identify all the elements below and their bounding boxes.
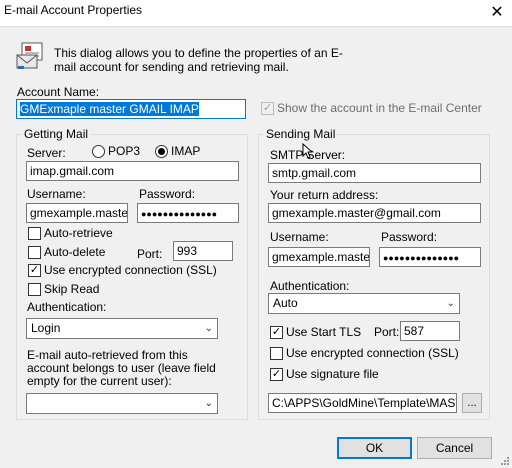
mouse-cursor-icon bbox=[302, 143, 312, 159]
start-tls-checkbox[interactable]: ✓ bbox=[270, 326, 283, 339]
outgoing-username-label: Username: bbox=[270, 230, 329, 244]
incoming-auth-dropdown[interactable]: Login ⌄ bbox=[26, 318, 218, 339]
resize-grip-icon[interactable] bbox=[500, 456, 510, 466]
outgoing-ssl-checkbox[interactable] bbox=[270, 347, 283, 360]
outgoing-port-input[interactable]: 587 bbox=[400, 321, 460, 341]
smtp-server-input[interactable]: smtp.gmail.com bbox=[268, 163, 481, 183]
auto-delete-checkbox[interactable] bbox=[28, 246, 41, 259]
incoming-password-label: Password: bbox=[139, 187, 196, 201]
account-name-label: Account Name: bbox=[17, 85, 100, 99]
owner-user-dropdown[interactable]: ⌄ bbox=[26, 393, 218, 414]
incoming-server-input[interactable]: imap.gmail.com bbox=[26, 161, 239, 181]
incoming-port-input[interactable]: 993 bbox=[173, 241, 233, 261]
incoming-auth-value: Login bbox=[31, 321, 61, 335]
pop3-radio[interactable] bbox=[92, 145, 105, 158]
imap-radio[interactable] bbox=[155, 145, 168, 158]
chevron-down-icon: ⌄ bbox=[446, 298, 455, 309]
cancel-button[interactable]: Cancel bbox=[417, 437, 492, 459]
account-name-value: GMExmaple master GMAIL IMAP bbox=[20, 102, 199, 116]
return-address-input[interactable]: gmexample.master@gmail.com bbox=[268, 203, 481, 223]
outgoing-auth-value: Auto bbox=[273, 296, 298, 310]
signature-path-input[interactable]: C:\APPS\GoldMine\Template\MASTE bbox=[268, 393, 457, 413]
window-title: E-mail Account Properties bbox=[4, 3, 143, 17]
incoming-auth-label: Authentication: bbox=[27, 300, 107, 314]
show-in-email-center-checkbox[interactable]: ✓ bbox=[261, 102, 274, 115]
chevron-down-icon: ⌄ bbox=[204, 323, 213, 334]
outgoing-ssl-label: Use encrypted connection (SSL) bbox=[286, 346, 459, 360]
outgoing-port-label: Port: bbox=[374, 325, 400, 339]
email-account-icon bbox=[16, 42, 43, 69]
outgoing-auth-dropdown[interactable]: Auto ⌄ bbox=[268, 293, 460, 314]
incoming-username-input[interactable]: gmexample.master@ bbox=[26, 203, 128, 223]
incoming-username-label: Username: bbox=[27, 187, 86, 201]
incoming-password-input[interactable]: ●●●●●●●●●●●●●● bbox=[137, 203, 239, 223]
show-in-email-center-label: Show the account in the E-mail Center bbox=[277, 101, 482, 115]
return-address-label: Your return address: bbox=[270, 188, 379, 202]
title-bar: E-mail Account Properties ✕ bbox=[0, 0, 512, 26]
sending-mail-title: Sending Mail bbox=[264, 127, 338, 141]
account-name-input[interactable]: GMExmaple master GMAIL IMAP bbox=[16, 99, 246, 119]
skip-read-checkbox[interactable] bbox=[28, 283, 41, 296]
imap-label: IMAP bbox=[171, 144, 201, 158]
skip-read-label: Skip Read bbox=[44, 282, 100, 296]
email-account-properties-dialog: E-mail Account Properties ✕ This dialog … bbox=[0, 0, 512, 468]
start-tls-label: Use Start TLS bbox=[286, 325, 362, 339]
server-label: Server: bbox=[27, 146, 66, 160]
incoming-ssl-checkbox[interactable]: ✓ bbox=[28, 264, 41, 277]
signature-file-checkbox[interactable]: ✓ bbox=[270, 368, 283, 381]
dialog-description: This dialog allows you to define the pro… bbox=[54, 46, 343, 74]
ok-button[interactable]: OK bbox=[337, 437, 412, 459]
outgoing-username-input[interactable]: gmexample.master@ bbox=[268, 247, 370, 267]
getting-mail-title: Getting Mail bbox=[22, 127, 91, 141]
auto-delete-label: Auto-delete bbox=[44, 245, 106, 259]
pop3-label: POP3 bbox=[108, 144, 141, 158]
close-button[interactable]: ✕ bbox=[482, 0, 512, 24]
auto-retrieve-checkbox[interactable] bbox=[28, 227, 41, 240]
close-icon: ✕ bbox=[490, 4, 504, 21]
incoming-ssl-label: Use encrypted connection (SSL) bbox=[44, 263, 217, 277]
signature-file-label: Use signature file bbox=[286, 367, 379, 381]
outgoing-password-input[interactable]: ●●●●●●●●●●●●●● bbox=[379, 247, 481, 267]
outgoing-auth-label: Authentication: bbox=[270, 279, 350, 293]
auto-retrieve-label: Auto-retrieve bbox=[44, 226, 113, 240]
user-assignment-note: E-mail auto-retrieved from this account … bbox=[27, 348, 216, 388]
outgoing-password-label: Password: bbox=[381, 230, 438, 244]
chevron-down-icon: ⌄ bbox=[204, 398, 213, 409]
incoming-port-label: Port: bbox=[137, 247, 163, 261]
browse-signature-button[interactable]: ... bbox=[462, 393, 482, 413]
